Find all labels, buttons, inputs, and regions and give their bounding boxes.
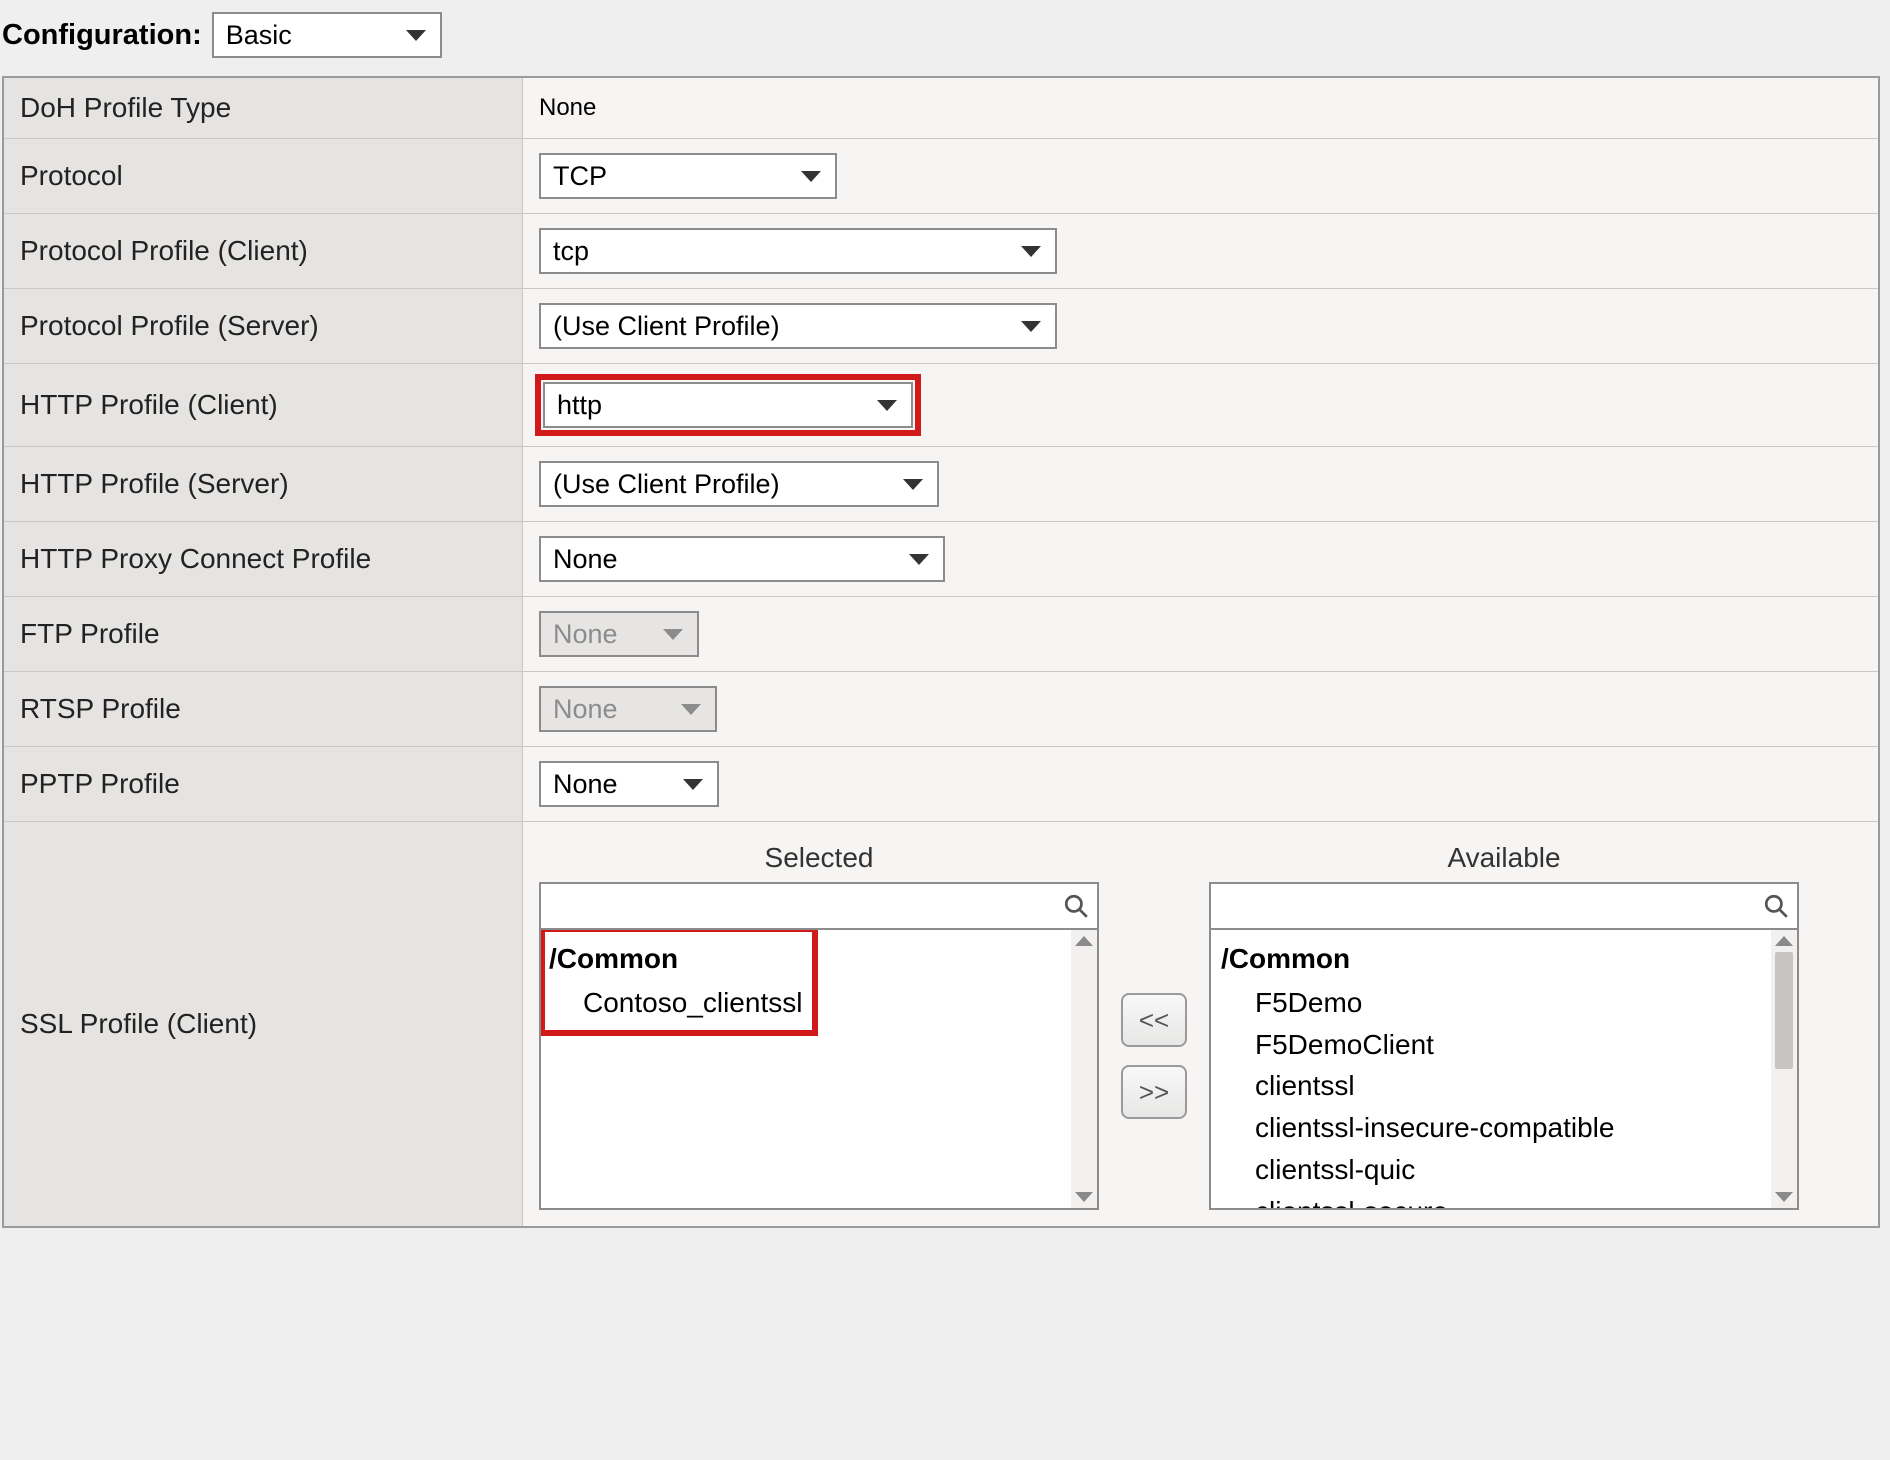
move-right-label: >>	[1139, 1077, 1169, 1108]
label-rtsp-profile: RTSP Profile	[3, 672, 523, 747]
pptp-profile-value: None	[553, 769, 618, 800]
move-right-button[interactable]: >>	[1121, 1065, 1187, 1119]
label-http-proxy-connect-profile: HTTP Proxy Connect Profile	[3, 522, 523, 597]
configuration-mode-select[interactable]: Basic	[212, 12, 442, 58]
rtsp-profile-select: None	[539, 686, 717, 732]
protocol-value: TCP	[553, 161, 607, 192]
configuration-mode-value: Basic	[226, 20, 292, 51]
label-protocol-profile-client: Protocol Profile (Client)	[3, 214, 523, 289]
chevron-down-icon	[683, 779, 703, 790]
move-buttons: << >>	[1121, 842, 1187, 1210]
available-item[interactable]: clientssl-quic	[1219, 1149, 1789, 1191]
search-icon	[1063, 893, 1089, 919]
http-profile-server-select[interactable]: (Use Client Profile)	[539, 461, 939, 507]
value-doh-profile-type: None	[523, 77, 1880, 139]
chevron-down-icon	[801, 171, 821, 182]
selected-listbox[interactable]: /Common Contoso_clientssl	[539, 930, 1099, 1210]
label-doh-profile-type: DoH Profile Type	[3, 77, 523, 139]
row-ssl-profile-client: SSL Profile (Client) Selected	[3, 822, 1879, 1228]
available-item[interactable]: clientssl-secure	[1219, 1191, 1789, 1210]
label-pptp-profile: PPTP Profile	[3, 747, 523, 822]
row-http-profile-client: HTTP Profile (Client) http	[3, 364, 1879, 447]
configuration-table: DoH Profile Type None Protocol TCP Proto…	[2, 76, 1880, 1228]
row-doh-profile-type: DoH Profile Type None	[3, 77, 1879, 139]
http-profile-client-select[interactable]: http	[543, 382, 913, 428]
label-ssl-profile-client: SSL Profile (Client)	[3, 822, 523, 1228]
search-icon	[1763, 893, 1789, 919]
available-item[interactable]: clientssl-insecure-compatible	[1219, 1107, 1789, 1149]
available-search-input[interactable]	[1211, 884, 1797, 928]
chevron-down-icon	[1021, 321, 1041, 332]
row-protocol: Protocol TCP	[3, 139, 1879, 214]
move-left-label: <<	[1139, 1005, 1169, 1036]
protocol-profile-server-value: (Use Client Profile)	[553, 311, 780, 342]
move-left-button[interactable]: <<	[1121, 993, 1187, 1047]
row-rtsp-profile: RTSP Profile None	[3, 672, 1879, 747]
http-proxy-connect-profile-select[interactable]: None	[539, 536, 945, 582]
http-proxy-connect-profile-value: None	[553, 544, 618, 575]
label-ftp-profile: FTP Profile	[3, 597, 523, 672]
rtsp-profile-value: None	[553, 694, 618, 725]
label-protocol: Protocol	[3, 139, 523, 214]
http-profile-client-highlight: http	[539, 378, 917, 432]
selected-scrollbar[interactable]	[1071, 930, 1097, 1208]
available-group-header: /Common	[1219, 936, 1789, 982]
selected-search-input[interactable]	[541, 884, 1097, 928]
ssl-profile-client-dual-list: Selected /Common Contoso_clientssl	[539, 836, 1862, 1212]
triangle-down-icon	[1775, 1192, 1793, 1202]
selected-title: Selected	[539, 842, 1099, 874]
triangle-up-icon	[1775, 936, 1793, 946]
chevron-down-icon	[663, 629, 683, 640]
chevron-down-icon	[681, 704, 701, 715]
available-title: Available	[1209, 842, 1799, 874]
selected-search[interactable]	[539, 882, 1099, 930]
available-scrollbar[interactable]	[1771, 930, 1797, 1208]
selected-item[interactable]: Contoso_clientssl	[547, 982, 802, 1024]
doh-profile-type-text: None	[539, 94, 596, 121]
chevron-down-icon	[903, 479, 923, 490]
ftp-profile-value: None	[553, 619, 618, 650]
selected-column: Selected /Common Contoso_clientssl	[539, 842, 1099, 1210]
available-column: Available /Common F5Demo F5DemoClient	[1209, 842, 1799, 1210]
chevron-down-icon	[909, 554, 929, 565]
http-profile-server-value: (Use Client Profile)	[553, 469, 780, 500]
triangle-up-icon	[1075, 936, 1093, 946]
row-ftp-profile: FTP Profile None	[3, 597, 1879, 672]
selected-group-header: /Common	[547, 936, 802, 982]
scrollbar-thumb[interactable]	[1775, 952, 1793, 1069]
available-item[interactable]: F5Demo	[1219, 982, 1789, 1024]
protocol-select[interactable]: TCP	[539, 153, 837, 199]
label-http-profile-server: HTTP Profile (Server)	[3, 447, 523, 522]
row-pptp-profile: PPTP Profile None	[3, 747, 1879, 822]
triangle-down-icon	[1075, 1192, 1093, 1202]
row-protocol-profile-client: Protocol Profile (Client) tcp	[3, 214, 1879, 289]
row-http-profile-server: HTTP Profile (Server) (Use Client Profil…	[3, 447, 1879, 522]
available-search[interactable]	[1209, 882, 1799, 930]
chevron-down-icon	[877, 400, 897, 411]
protocol-profile-server-select[interactable]: (Use Client Profile)	[539, 303, 1057, 349]
row-http-proxy-connect-profile: HTTP Proxy Connect Profile None	[3, 522, 1879, 597]
chevron-down-icon	[406, 30, 426, 41]
available-listbox[interactable]: /Common F5Demo F5DemoClient clientssl cl…	[1209, 930, 1799, 1210]
configuration-label: Configuration:	[2, 19, 202, 52]
available-item[interactable]: F5DemoClient	[1219, 1024, 1789, 1066]
protocol-profile-client-select[interactable]: tcp	[539, 228, 1057, 274]
configuration-header: Configuration: Basic	[2, 12, 1880, 58]
selected-items-highlight: /Common Contoso_clientssl	[545, 932, 812, 1030]
protocol-profile-client-value: tcp	[553, 236, 589, 267]
row-protocol-profile-server: Protocol Profile (Server) (Use Client Pr…	[3, 289, 1879, 364]
label-protocol-profile-server: Protocol Profile (Server)	[3, 289, 523, 364]
label-http-profile-client: HTTP Profile (Client)	[3, 364, 523, 447]
pptp-profile-select[interactable]: None	[539, 761, 719, 807]
http-profile-client-value: http	[557, 390, 602, 421]
chevron-down-icon	[1021, 246, 1041, 257]
available-item[interactable]: clientssl	[1219, 1065, 1789, 1107]
ftp-profile-select: None	[539, 611, 699, 657]
